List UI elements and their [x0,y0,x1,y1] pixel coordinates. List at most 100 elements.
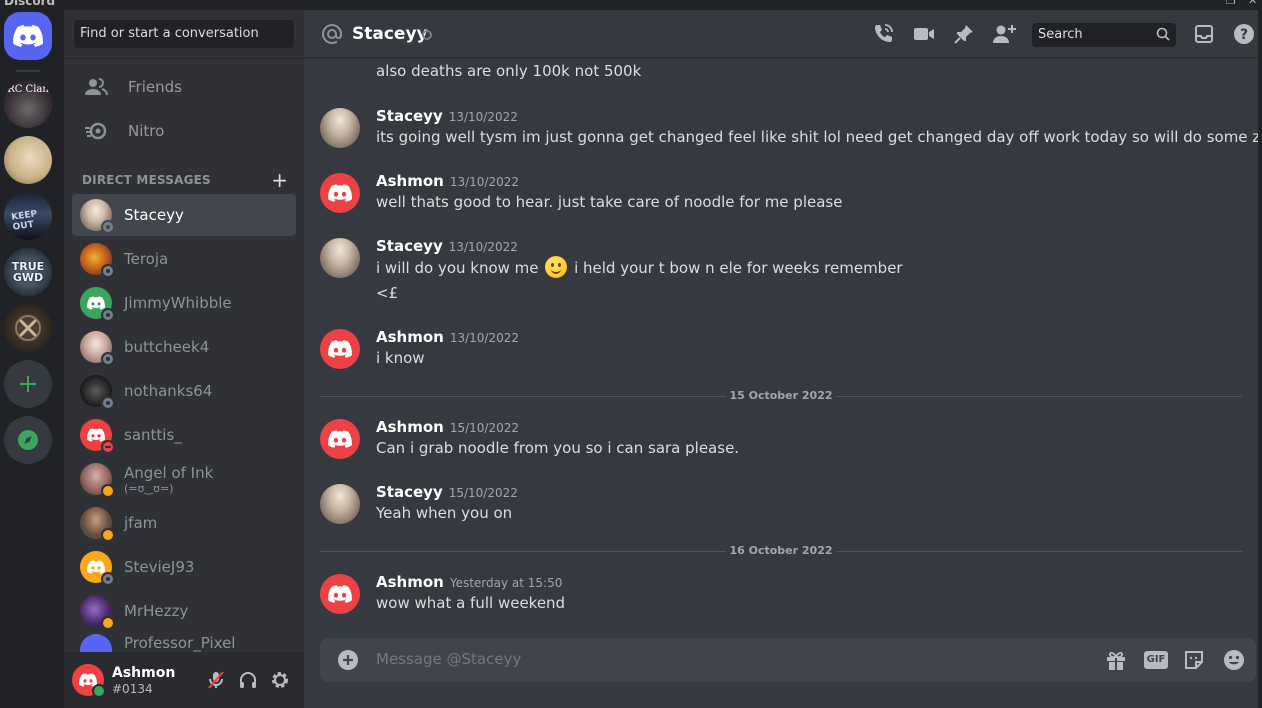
dm-item-nothanks64[interactable]: nothanks64 [72,370,296,412]
dm-name: Staceyy [124,206,184,224]
explore-servers-button[interactable] [4,416,52,464]
send-gift-button[interactable] [1104,648,1128,672]
dm-item-jimmywhibble[interactable]: JimmyWhibble [72,282,296,324]
chat-recipient-name: Staceyy [352,24,428,44]
mute-button[interactable] [204,668,228,692]
dm-item-teroja[interactable]: Teroja [72,238,296,280]
message-author[interactable]: Staceyy [376,237,443,255]
user-settings-button[interactable] [268,668,292,692]
author-avatar[interactable] [320,329,360,369]
dm-item-jfam[interactable]: jfam [72,502,296,544]
message-text: <£ [376,284,399,302]
crossed-swords-icon [15,315,41,341]
avatar [80,419,115,454]
discord-logo-icon [87,296,105,310]
deafen-button[interactable] [236,668,260,692]
server-rc-clan[interactable]: RC Clan [4,80,52,128]
direct-messages-header: DIRECT MESSAGES + [82,170,288,190]
server-list: RC Clan KEEP OUT TRUE GWD [0,10,64,708]
message-author[interactable]: Staceyy [376,107,443,125]
dm-item-mrhezzy[interactable]: MrHezzy [72,590,296,632]
message-text: i know [376,349,425,367]
avatar [80,331,115,366]
sticker-picker-button[interactable] [1182,648,1206,672]
discord-logo-icon [328,184,352,202]
gift-icon [1107,652,1125,670]
close-window-button[interactable]: ✕ [1248,0,1257,7]
dm-name: Teroja [124,250,169,268]
compass-icon [18,430,38,450]
dm-item-buttcheek4[interactable]: buttcheek4 [72,326,296,368]
message-timestamp: 13/10/2022 [448,110,518,124]
upload-button[interactable] [336,648,360,672]
server-label: KEEP OUT [10,209,38,233]
chat-search-input[interactable]: Search [1032,23,1176,47]
discord-logo-icon [328,430,352,448]
inbox-button[interactable] [1192,22,1216,46]
restore-window-button[interactable]: ❐ [1226,0,1236,7]
status-idle-icon [103,618,113,628]
author-avatar[interactable] [320,419,360,459]
message-author[interactable]: Staceyy [376,483,443,501]
dm-item-staceyy[interactable]: Staceyy [72,194,296,236]
add-server-button[interactable] [4,360,52,408]
message-text-part: i will do you know me [376,259,539,277]
pinned-messages-button[interactable] [952,22,976,46]
discord-logo-icon [87,428,105,442]
video-call-button[interactable] [912,22,936,46]
author-avatar[interactable] [320,484,360,524]
add-friend-to-dm-button[interactable] [992,22,1016,46]
author-avatar[interactable] [320,173,360,213]
home-button[interactable] [4,12,52,60]
create-dm-button[interactable]: + [271,170,288,190]
server-true-gwd[interactable]: TRUE GWD [4,248,52,296]
app-title: Discord [4,0,56,8]
voice-call-button[interactable] [871,22,895,46]
message-author[interactable]: Ashmon [376,328,444,346]
plus-circle-icon [338,650,358,670]
status-offline-icon [103,310,113,320]
title-bar: Discord ❐ ✕ [0,0,1262,10]
status-offline-icon [103,398,113,408]
nav-friends[interactable]: Friends [72,66,296,108]
server-portrait[interactable] [4,136,52,184]
video-camera-icon [914,28,934,40]
message-author[interactable]: Ashmon [376,418,444,436]
dm-name: jfam [124,514,158,532]
smiley-face-icon [1224,650,1244,670]
message-timestamp: 15/10/2022 [448,486,518,500]
server-label: RC Clan [7,84,49,95]
help-button[interactable]: ? [1232,22,1256,46]
status-offline-icon [103,266,113,276]
nav-nitro[interactable]: Nitro [72,110,296,152]
dm-item-steviej93[interactable]: StevieJ93 [72,546,296,588]
window-edge [1258,10,1262,708]
message-timestamp: 13/10/2022 [448,240,518,254]
dm-item-partial[interactable]: Professor_Pixel [72,634,296,652]
sticker-icon [1185,651,1203,669]
avatar [80,243,115,278]
author-avatar[interactable] [320,108,360,148]
message-list: also deaths are only 100k not 500k Stace… [304,58,1258,632]
author-avatar[interactable] [320,238,360,278]
message-author[interactable]: Ashmon [376,573,444,591]
date-divider-label: 15 October 2022 [725,389,837,402]
find-conversation-input[interactable]: Find or start a conversation [74,20,294,48]
message-author[interactable]: Ashmon [376,172,444,190]
message-timestamp: 13/10/2022 [449,331,520,345]
gif-picker-button[interactable]: GIF [1143,648,1169,672]
chat-header: Staceyy Search ? [304,10,1258,58]
dm-item-santtis[interactable]: santtis_ [72,414,296,456]
server-crossed-swords[interactable] [4,304,52,352]
dm-sidebar: Find or start a conversation Friends Nit… [64,10,304,708]
dm-name: StevieJ93 [124,558,195,576]
author-avatar[interactable] [320,574,360,614]
message-input[interactable]: Message @Staceyy [376,650,521,668]
discord-logo-icon [328,585,352,603]
dm-item-angel-of-ink[interactable]: Angel of Ink (=ʊ‿ʊ=) [72,458,296,500]
emoji-picker-button[interactable] [1222,648,1246,672]
user-name: Ashmon [112,665,176,681]
plus-icon [20,376,36,392]
dm-name: Angel of Ink [124,463,214,482]
server-keep-out[interactable]: KEEP OUT [4,192,52,240]
